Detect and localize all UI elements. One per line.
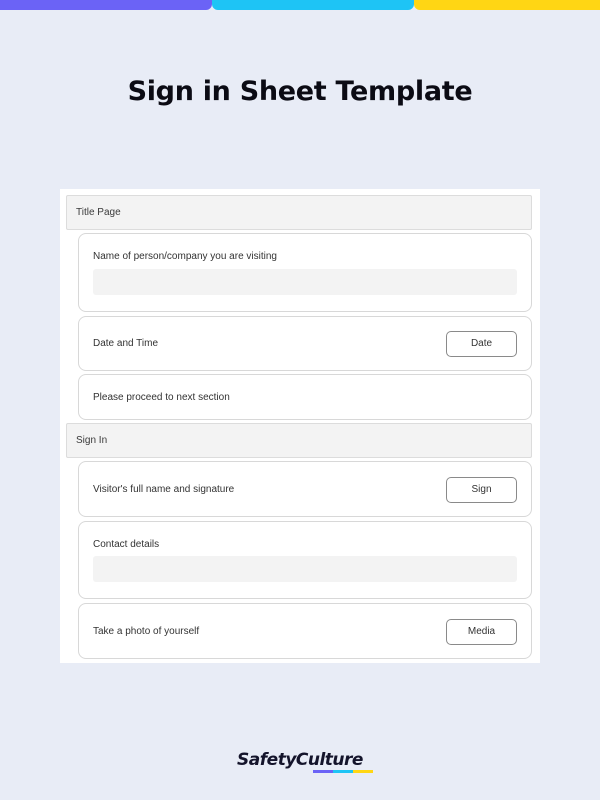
top-accent-bar bbox=[0, 0, 600, 10]
logo-underline bbox=[313, 770, 374, 773]
form-card: Title Page Name of person/company you ar… bbox=[60, 189, 540, 663]
accent-bar-yellow bbox=[414, 0, 600, 10]
question-label: Name of person/company you are visiting bbox=[93, 251, 277, 262]
question-signature: Visitor's full name and signature Sign bbox=[78, 461, 532, 517]
question-instruction: Please proceed to next section bbox=[78, 374, 532, 420]
question-label: Visitor's full name and signature bbox=[93, 484, 235, 495]
brand-name: SafetyCulture bbox=[237, 750, 363, 770]
accent-bar-cyan bbox=[212, 0, 414, 10]
page-title: Sign in Sheet Template bbox=[127, 76, 473, 107]
date-button[interactable]: Date bbox=[446, 331, 517, 357]
contact-input[interactable] bbox=[93, 556, 517, 582]
media-button[interactable]: Media bbox=[446, 619, 517, 645]
question-contact: Contact details bbox=[78, 521, 532, 599]
visiting-input[interactable] bbox=[93, 269, 517, 295]
section-header-title-page[interactable]: Title Page bbox=[66, 195, 532, 230]
section-header-sign-in[interactable]: Sign In bbox=[66, 423, 532, 458]
instruction-text: Please proceed to next section bbox=[93, 392, 230, 403]
question-label: Date and Time bbox=[93, 338, 159, 349]
question-date-time: Date and Time Date bbox=[78, 316, 532, 371]
question-photo: Take a photo of yourself Media bbox=[78, 603, 532, 659]
sign-button[interactable]: Sign bbox=[446, 477, 517, 503]
question-visiting: Name of person/company you are visiting bbox=[78, 233, 532, 312]
section-title: Title Page bbox=[76, 207, 121, 218]
accent-bar-purple bbox=[0, 0, 212, 10]
question-label: Contact details bbox=[93, 539, 160, 550]
safetyculture-logo: SafetyCulture bbox=[237, 750, 374, 773]
question-label: Take a photo of yourself bbox=[93, 626, 200, 637]
section-title: Sign In bbox=[76, 435, 108, 446]
brand-footer: SafetyCulture bbox=[0, 750, 600, 773]
